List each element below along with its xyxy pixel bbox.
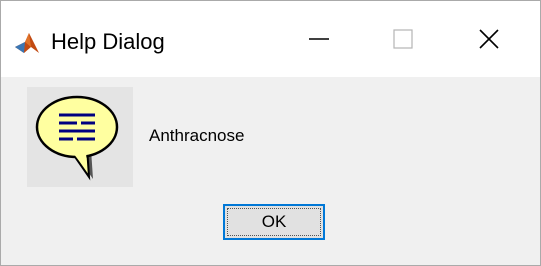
help-speech-bubble-icon [27,87,133,187]
minimize-button[interactable] [283,1,355,77]
maximize-icon [393,29,413,49]
dialog-content: Anthracnose OK [1,77,540,265]
dialog-message: Anthracnose [149,126,245,145]
matlab-icon [15,33,39,53]
ok-button[interactable]: OK [223,204,325,240]
window-title: Help Dialog [51,29,165,54]
close-button[interactable] [453,1,525,77]
title-bar[interactable]: Help Dialog [1,1,540,77]
help-dialog-window: Help Dialog Anthracnose OK [0,0,541,266]
minimize-icon [309,38,329,40]
maximize-button[interactable] [367,1,439,77]
close-icon [479,29,499,49]
